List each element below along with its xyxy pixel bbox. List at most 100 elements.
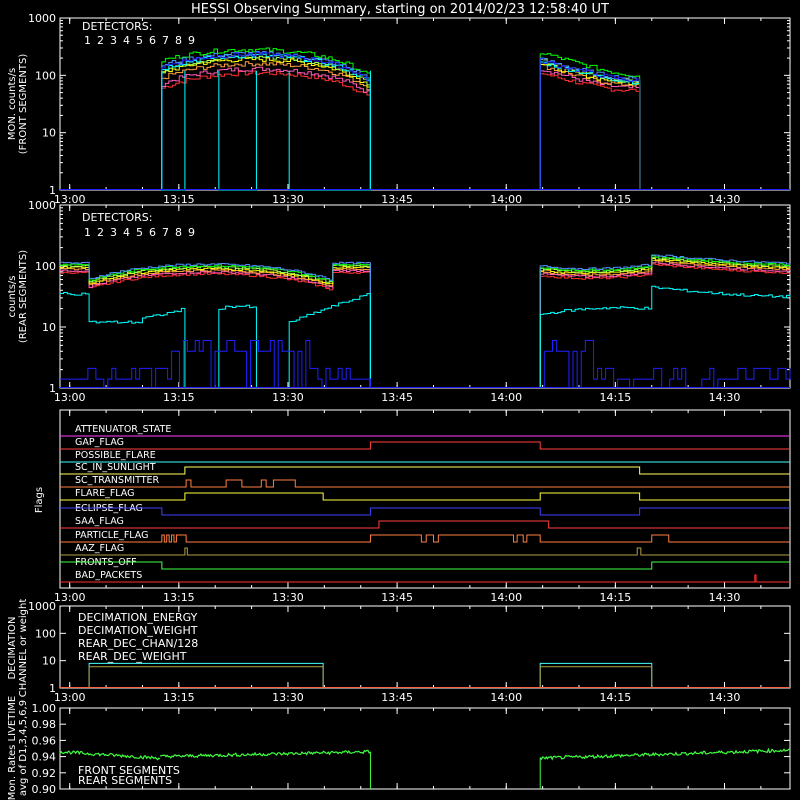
flag-trace xyxy=(60,520,790,529)
rear-series-line-det2 xyxy=(60,261,791,388)
flag-trace xyxy=(60,534,790,543)
flags-ylabel: Flags xyxy=(34,487,45,513)
flag-label: SC_IN_SUNLIGHT xyxy=(75,462,156,473)
x-tick-label: 13:00 xyxy=(54,193,86,206)
decimation-ylabel-line: CHANNEL or weight xyxy=(18,599,29,698)
y-tick-label: 0.98 xyxy=(32,718,57,731)
front-legend-title: DETECTORS: xyxy=(82,20,152,33)
x-tick-label: 14:00 xyxy=(490,691,522,704)
front-legend-label: 6 xyxy=(149,34,156,47)
front-legend-label: 7 xyxy=(162,34,169,47)
x-tick-label: 13:30 xyxy=(272,691,304,704)
rear-dec-weight-line xyxy=(60,666,790,688)
x-tick-label: 13:00 xyxy=(54,591,86,604)
x-tick-label: 14:00 xyxy=(490,193,522,206)
decimation-legend-label: DECIMATION_ENERGY xyxy=(78,611,198,624)
y-tick-label: 0.96 xyxy=(32,734,57,747)
front-series-line-det9 xyxy=(161,51,641,190)
flags-panel: 13:00 13:15 13:30 13:45 14:00 14:15 14:30 Flags… xyxy=(34,409,791,604)
x-tick-label: 13:45 xyxy=(381,391,413,404)
y-tick-label: 100 xyxy=(35,627,56,640)
rear-series-line-det9 xyxy=(539,340,791,388)
rear-series-line-det8 xyxy=(60,254,791,388)
rear-legend-title: DETECTORS: xyxy=(82,211,152,224)
front-det7-gap xyxy=(161,70,186,191)
rear-legend-label: 2 xyxy=(97,226,104,239)
flag-label: BAD_PACKETS xyxy=(75,570,142,581)
y-tick-label: 100 xyxy=(35,69,56,82)
x-tick-label: 13:00 xyxy=(54,391,86,404)
x-tick-label: 14:30 xyxy=(709,591,741,604)
plot-frame xyxy=(59,204,791,389)
front-det7-gap xyxy=(288,70,371,191)
flag-label: FLARE_FLAG xyxy=(75,488,135,499)
rear-legend-label: 8 xyxy=(175,226,182,239)
x-tick-label: 13:15 xyxy=(163,391,195,404)
front-det7-gap xyxy=(218,70,257,191)
decimation-panel: 13:00 13:15 13:30 13:45 14:00 14:15 14:30 1 10 10… xyxy=(7,599,791,704)
x-tick-label: 13:45 xyxy=(381,591,413,604)
livetime-front-line xyxy=(539,747,791,761)
y-tick-label: 100 xyxy=(35,260,56,273)
front-segments-panel: 13:00 13:15 13:30 13:45 14:00 14:15 14:30 1 10 10… xyxy=(7,12,791,206)
decimation-legend-label: REAR_DEC_CHAN/128 xyxy=(78,637,198,650)
x-tick-label: 13:00 xyxy=(54,691,86,704)
y-tick-label: 0.92 xyxy=(32,767,57,780)
front-legend-label: 9 xyxy=(188,34,195,47)
plot-frame xyxy=(59,409,791,589)
x-tick-label: 14:00 xyxy=(490,391,522,404)
rear-legend-label: 7 xyxy=(162,226,169,239)
y-tick-label: 1 xyxy=(49,682,56,695)
front-series-line-det2 xyxy=(161,66,641,190)
front-series-line-det4 xyxy=(161,57,641,190)
flags-ylabel-line: Flags xyxy=(34,487,45,513)
y-tick-label: 1000 xyxy=(28,12,56,25)
rear-legend-label: 9 xyxy=(188,226,195,239)
rear-legend-label: 4 xyxy=(123,226,130,239)
front-legend-label: 5 xyxy=(136,34,143,47)
x-tick-label: 13:45 xyxy=(381,691,413,704)
flag-label: SC_TRANSMITTER xyxy=(75,475,160,486)
x-tick-label: 13:30 xyxy=(272,193,304,206)
front-series-line-det1 xyxy=(161,70,641,190)
flag-label: SAA_FLAG xyxy=(75,516,124,527)
flag-trace xyxy=(60,492,790,501)
x-tick-label: 13:30 xyxy=(272,591,304,604)
x-tick-label: 14:15 xyxy=(600,391,632,404)
livetime-front-line xyxy=(59,749,371,761)
y-tick-label: 0.94 xyxy=(32,751,57,764)
flag-label: AAZ_FLAG xyxy=(75,543,124,554)
flag-trace xyxy=(60,479,790,488)
rear-series-line-det7 xyxy=(539,285,791,388)
x-tick-label: 14:30 xyxy=(709,193,741,206)
rear-series-line-det4 xyxy=(60,258,791,388)
rear-series-line-det1 xyxy=(60,263,791,388)
flag-trace xyxy=(60,561,790,570)
flag-trace xyxy=(60,547,790,556)
y-tick-label: 1000 xyxy=(28,600,56,613)
rear-ylabel: counts/s(REAR SEGMENTS) xyxy=(7,250,29,343)
livetime-ylabel-line: avg of D1,3,4,5,6,9 xyxy=(18,700,29,796)
front-legend-label: 1 xyxy=(84,34,91,47)
x-tick-label: 14:15 xyxy=(600,691,632,704)
rear-ylabel-line: (REAR SEGMENTS) xyxy=(18,250,29,343)
y-tick-label: 1000 xyxy=(28,199,56,212)
front-ylabel: MON. counts/s(FRONT SEGMENTS) xyxy=(7,54,29,155)
rear-series-line-det7 xyxy=(59,292,186,388)
flag-label: ATTENUATOR_STATE xyxy=(75,424,171,435)
front-legend-label: 3 xyxy=(110,34,117,47)
y-tick-label: 1 xyxy=(49,382,56,395)
livetime-panel: 0.900.920.940.960.981.00Mon. Rates LIVET… xyxy=(7,696,791,800)
flag-trace xyxy=(60,466,790,475)
rear-series-line-det5 xyxy=(60,256,791,388)
front-legend-label: 2 xyxy=(97,34,104,47)
rear-legend-label: 5 xyxy=(136,226,143,239)
observing-summary-chart: HESSI Observing Summary, starting on 201… xyxy=(7,2,791,800)
decimation-legend-label: DECIMATION_WEIGHT xyxy=(78,624,198,637)
decimation-legend-label: REAR_DEC_WEIGHT xyxy=(78,650,187,663)
x-tick-label: 13:15 xyxy=(163,691,195,704)
front-legend-label: 8 xyxy=(175,34,182,47)
livetime-ylabel-line: Mon. Rates LIVETIME xyxy=(7,696,18,800)
decimation-ylabel-line: DECIMATION xyxy=(7,616,18,679)
x-tick-label: 14:00 xyxy=(490,591,522,604)
